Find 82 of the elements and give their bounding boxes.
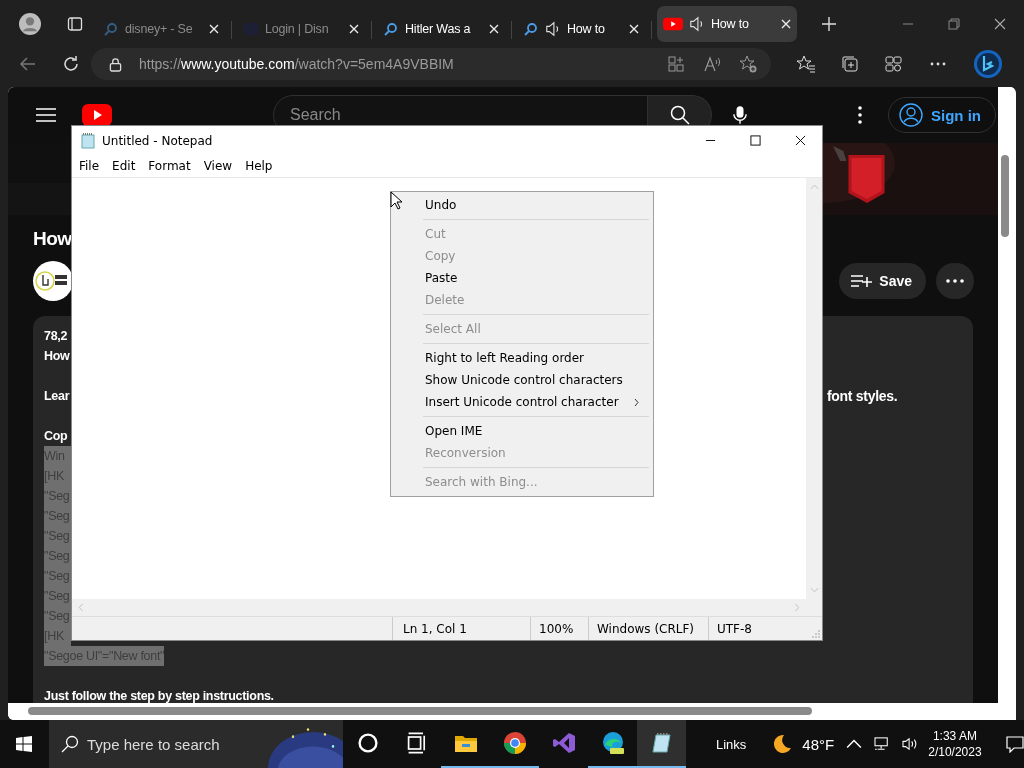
- moon-icon[interactable]: [772, 734, 793, 754]
- search-icon: [383, 20, 399, 37]
- save-button[interactable]: Save: [839, 263, 926, 299]
- microphone-icon[interactable]: [733, 105, 747, 125]
- toolbar-label[interactable]: Links: [716, 736, 747, 752]
- network-icon[interactable]: [874, 737, 891, 751]
- menu-item[interactable]: File: [79, 159, 100, 173]
- search-input[interactable]: Type here to search: [87, 735, 263, 753]
- restore-icon[interactable]: [948, 17, 960, 30]
- menu-item[interactable]: Edit: [112, 159, 136, 173]
- status-field: UTF-8: [709, 617, 812, 640]
- infinity-icon: [551, 731, 576, 755]
- refresh-icon[interactable]: [62, 55, 80, 73]
- address-bar[interactable]: https://www.youtube.com/watch?v=5em4A9VBBIM: [91, 48, 771, 80]
- description-text: Just follow the step by step instructions.: [44, 688, 274, 703]
- window-title: Untitled - Notepad: [102, 133, 213, 148]
- description-heading: How: [44, 348, 70, 365]
- chevron-up-icon[interactable]: [846, 737, 863, 751]
- channel-avatar[interactable]: [33, 261, 73, 301]
- add-to-playlist-icon: [851, 273, 874, 289]
- favorites-icon[interactable]: [797, 55, 815, 73]
- speaker-icon[interactable]: [689, 15, 705, 32]
- tab-actions-icon[interactable]: [67, 15, 83, 32]
- account-icon: [899, 103, 923, 127]
- cursor-icon: [390, 191, 402, 210]
- menu-item[interactable]: Insert Unicode control character: [393, 391, 651, 413]
- search-icon: [523, 20, 539, 37]
- status-field: Windows (CRLF): [589, 617, 709, 640]
- search-icon: [103, 20, 119, 37]
- description-text: font styles.: [827, 387, 898, 406]
- collections-icon[interactable]: [841, 55, 859, 73]
- clock-time[interactable]: 1:33 AM: [932, 728, 977, 744]
- menu-item[interactable]: Show Unicode control characters: [393, 369, 651, 391]
- edge-icon: [600, 731, 625, 755]
- notification-icon[interactable]: [1005, 735, 1024, 753]
- view-count: 78,2: [44, 328, 68, 345]
- profile-avatar-icon[interactable]: [19, 12, 41, 35]
- browser-tab[interactable]: How to: [657, 5, 797, 42]
- menu-item[interactable]: Format: [148, 159, 191, 173]
- menu-item[interactable]: Paste: [393, 267, 651, 289]
- url-text: https://www.youtube.com/watch?v=5em4A9VBBIM: [139, 56, 455, 72]
- description-text: Lear: [44, 388, 70, 405]
- video-title: How: [33, 227, 72, 251]
- extensions-icon[interactable]: [885, 55, 903, 73]
- notepad-icon: [649, 731, 674, 755]
- menu-item[interactable]: Help: [245, 159, 273, 173]
- youtube-logo[interactable]: [82, 104, 112, 126]
- temperature-text[interactable]: 48°F: [802, 735, 835, 753]
- menu-icon[interactable]: [36, 107, 56, 123]
- notepad-icon: [80, 132, 96, 149]
- bing-icon[interactable]: [973, 49, 1003, 79]
- menu-item[interactable]: View: [203, 159, 233, 173]
- read-aloud-icon[interactable]: [703, 55, 721, 73]
- windows-start-icon[interactable]: [16, 736, 32, 752]
- speaker-icon[interactable]: [545, 20, 561, 37]
- search-field[interactable]: Type here to search: [49, 720, 343, 768]
- lock-icon: [109, 56, 122, 72]
- chrome-icon: [502, 731, 527, 755]
- close-icon[interactable]: [994, 17, 1006, 30]
- scrollbar-thumb[interactable]: [1001, 155, 1009, 237]
- resize-grip-icon[interactable]: [812, 630, 820, 638]
- new-tab-icon[interactable]: [821, 15, 837, 32]
- split-screen-icon[interactable]: [667, 55, 685, 73]
- menu-item[interactable]: Right to left Reading order: [393, 347, 651, 369]
- back-icon[interactable]: [19, 55, 37, 73]
- more-button[interactable]: [936, 263, 974, 299]
- menu-item[interactable]: Open IME: [393, 420, 651, 442]
- taskbar-app[interactable]: [637, 720, 686, 768]
- search-icon: [61, 735, 79, 753]
- status-field: Ln 1, Col 1: [393, 617, 531, 640]
- clock-date[interactable]: 2/10/2023: [928, 744, 982, 760]
- add-favorite-icon[interactable]: [739, 55, 757, 73]
- more-icon[interactable]: [858, 106, 862, 124]
- close-icon[interactable]: [795, 135, 806, 146]
- more-icon: [946, 279, 964, 283]
- maximize-icon[interactable]: [750, 135, 761, 146]
- status-field: 100%: [531, 617, 589, 640]
- description-text: Cop: [44, 428, 68, 445]
- speaker-icon[interactable]: [902, 737, 919, 751]
- circle-icon: [355, 731, 380, 755]
- youtube-icon: [663, 15, 683, 32]
- scrollbar-thumb[interactable]: [28, 707, 812, 715]
